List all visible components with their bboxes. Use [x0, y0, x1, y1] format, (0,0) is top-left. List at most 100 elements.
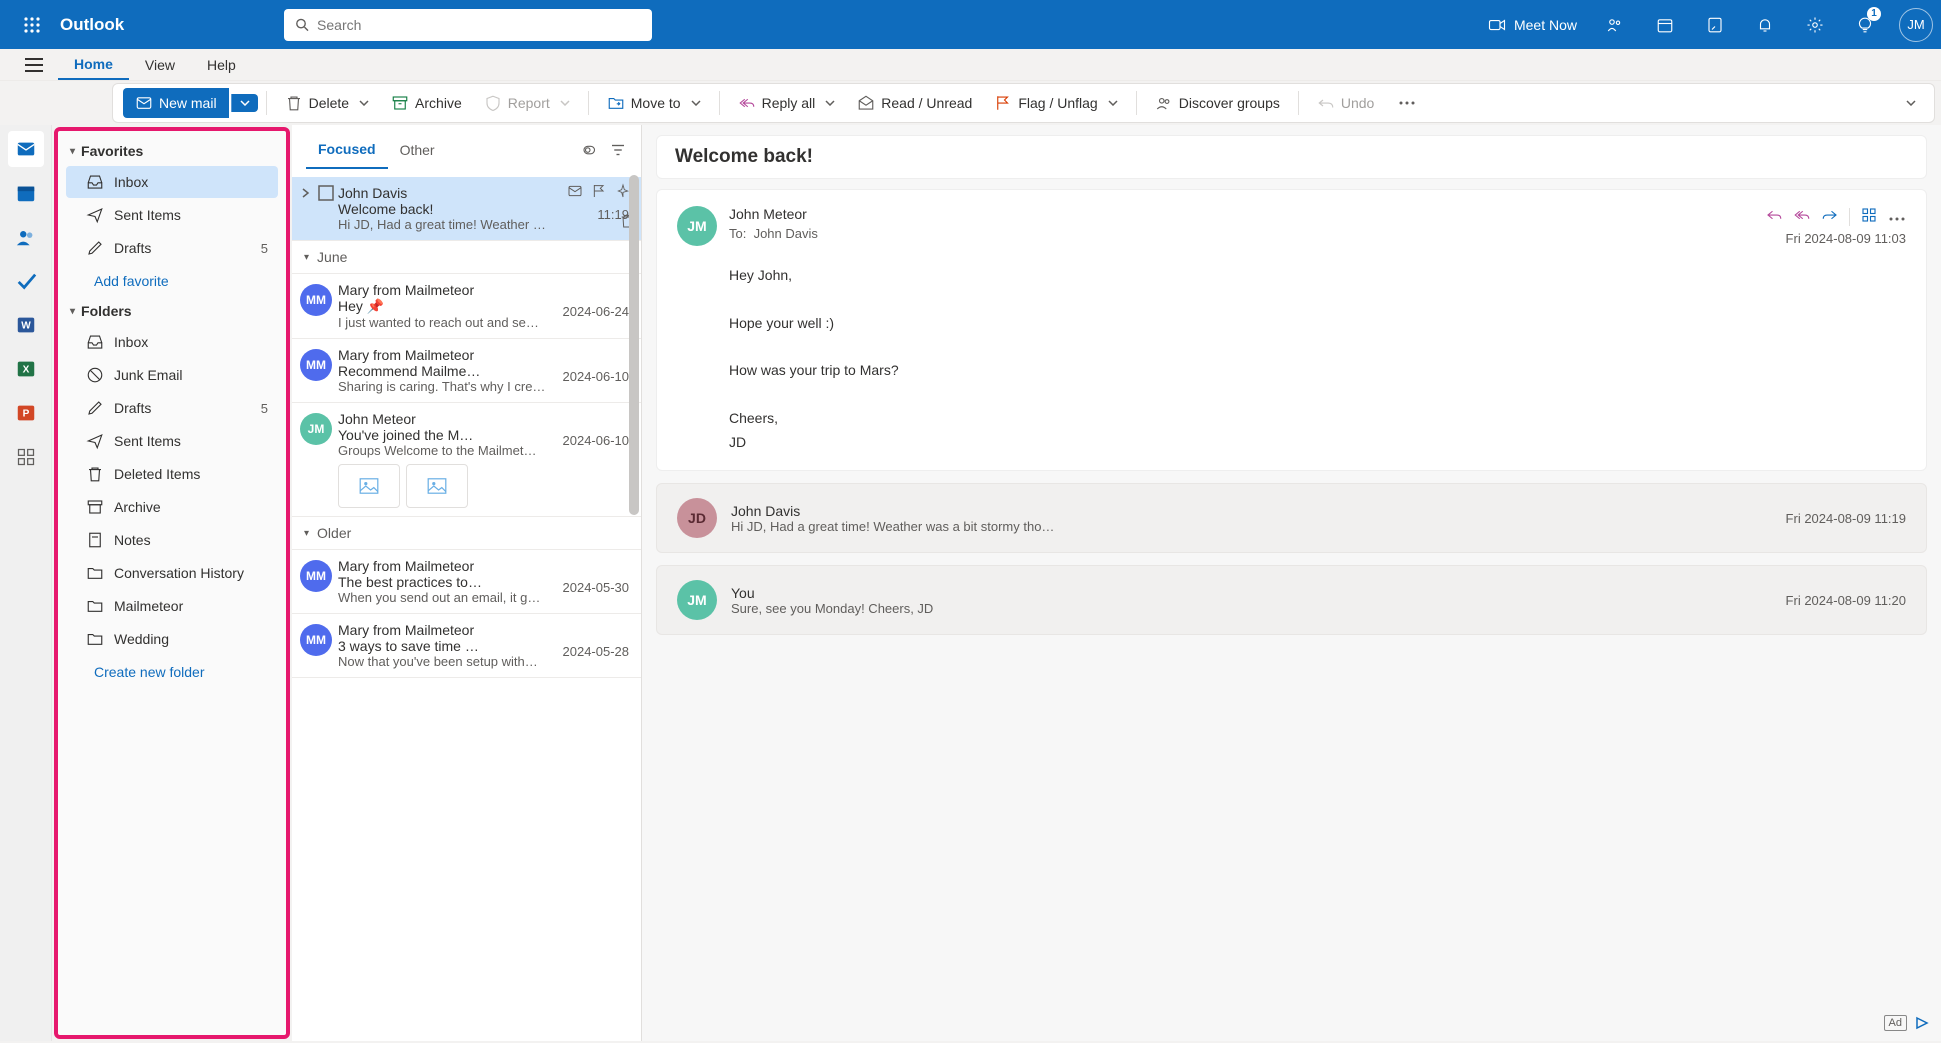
folder-inbox-favorite[interactable]: Inbox: [66, 166, 278, 198]
reply-icon[interactable]: [1765, 206, 1783, 227]
forward-icon[interactable]: [1821, 206, 1839, 227]
message-item[interactable]: MM Mary from Mailmeteor The best practic…: [292, 550, 641, 614]
folder-label: Sent Items: [114, 207, 181, 223]
flag-icon[interactable]: [591, 183, 607, 202]
message-card-collapsed[interactable]: JD John Davis Hi JD, Had a great time! W…: [656, 483, 1927, 553]
attachment-thumb[interactable]: [338, 464, 400, 508]
add-favorite-link[interactable]: Add favorite: [62, 265, 282, 297]
group-label: Older: [317, 525, 351, 541]
rail-more-apps[interactable]: [8, 439, 44, 475]
discover-groups-button[interactable]: Discover groups: [1145, 90, 1290, 116]
checkbox-icon[interactable]: [318, 185, 334, 201]
settings-icon[interactable]: [1793, 3, 1837, 47]
pivot-other[interactable]: Other: [388, 134, 447, 168]
tab-help[interactable]: Help: [191, 51, 252, 79]
account-avatar[interactable]: JM: [1899, 8, 1933, 42]
folder-conversation-history[interactable]: Conversation History: [66, 557, 278, 589]
new-mail-button[interactable]: New mail: [123, 88, 229, 118]
message-item[interactable]: MM Mary from Mailmeteor 3 ways to save t…: [292, 614, 641, 678]
message-date: 2024-06-10: [563, 369, 630, 384]
folder-junk[interactable]: Junk Email: [66, 359, 278, 391]
message-from: Mary from Mailmeteor: [338, 622, 633, 638]
report-button[interactable]: Report: [474, 90, 580, 116]
svg-text:P: P: [22, 409, 29, 420]
mail-open-icon: [857, 94, 875, 112]
message-card-collapsed[interactable]: JM You Sure, see you Monday! Cheers, JD …: [656, 565, 1927, 635]
folder-inbox[interactable]: Inbox: [66, 326, 278, 358]
reply-all-button[interactable]: Reply all: [728, 90, 846, 116]
search-box[interactable]: [284, 9, 652, 41]
folder-mailmeteor[interactable]: Mailmeteor: [66, 590, 278, 622]
flag-icon: [994, 94, 1012, 112]
teams-icon[interactable]: [1593, 3, 1637, 47]
rail-word[interactable]: W: [8, 307, 44, 343]
scrollbar[interactable]: [627, 175, 641, 775]
ad-label[interactable]: Ad: [1884, 1015, 1907, 1031]
favorites-header[interactable]: ▾Favorites: [62, 137, 282, 165]
tab-home[interactable]: Home: [58, 50, 129, 80]
message-item[interactable]: John Davis Welcome back! Hi JD, Had a gr…: [292, 177, 641, 241]
folder-pane: ▾Favorites Inbox Sent Items Drafts 5 Add…: [54, 127, 290, 1039]
attachment-thumb[interactable]: [406, 464, 468, 508]
sender-name: John Davis: [731, 503, 1772, 519]
tips-icon[interactable]: 1: [1843, 3, 1887, 47]
people-icon: [15, 226, 37, 248]
calendar-icon[interactable]: [1643, 3, 1687, 47]
ribbon-expand-button[interactable]: [1896, 96, 1926, 110]
search-input[interactable]: [317, 17, 642, 33]
read-unread-button[interactable]: Read / Unread: [847, 90, 982, 116]
message-body: Hey John, Hope your well :) How was your…: [729, 264, 1906, 454]
move-to-button[interactable]: Move to: [597, 90, 711, 116]
adchoices-icon[interactable]: [1915, 1016, 1929, 1030]
folder-sent[interactable]: Sent Items: [66, 425, 278, 457]
group-header-june[interactable]: ▾June: [292, 241, 641, 274]
scroll-thumb[interactable]: [629, 175, 639, 515]
message-item[interactable]: JM John Meteor You've joined the M… Grou…: [292, 403, 641, 517]
message-item[interactable]: MM Mary from Mailmeteor Hey 📌 I just wan…: [292, 274, 641, 339]
folder-icon: [86, 630, 104, 648]
folder-drafts-favorite[interactable]: Drafts 5: [66, 232, 278, 264]
app-launcher[interactable]: [8, 1, 56, 49]
flag-button[interactable]: Flag / Unflag: [984, 90, 1127, 116]
rail-excel[interactable]: X: [8, 351, 44, 387]
note-icon[interactable]: [1693, 3, 1737, 47]
meet-now-button[interactable]: Meet Now: [1478, 16, 1587, 34]
more-ribbon-button[interactable]: [1388, 96, 1426, 110]
rail-todo[interactable]: [8, 263, 44, 299]
more-icon[interactable]: [1888, 209, 1906, 225]
apps-icon: [16, 447, 36, 467]
undo-icon: [1317, 94, 1335, 112]
new-mail-dropdown[interactable]: [231, 94, 258, 112]
chevron-right-icon[interactable]: [300, 187, 312, 199]
chevron-down-icon: [691, 100, 701, 106]
folder-drafts[interactable]: Drafts5: [66, 392, 278, 424]
filter-button[interactable]: [609, 141, 627, 162]
folders-header[interactable]: ▾Folders: [62, 297, 282, 325]
group-header-older[interactable]: ▾Older: [292, 517, 641, 550]
mail-icon[interactable]: [567, 183, 583, 202]
undo-button[interactable]: Undo: [1307, 90, 1384, 116]
rail-mail[interactable]: [8, 131, 44, 167]
reply-all-icon[interactable]: [1793, 206, 1811, 227]
folder-notes[interactable]: Notes: [66, 524, 278, 556]
tab-view[interactable]: View: [129, 51, 191, 79]
rail-calendar[interactable]: [8, 175, 44, 211]
rail-powerpoint[interactable]: P: [8, 395, 44, 431]
apps-icon[interactable]: [1860, 206, 1878, 227]
archive-button[interactable]: Archive: [381, 90, 472, 116]
message-date: Fri 2024-08-09 11:20: [1786, 593, 1906, 608]
message-from: John Meteor: [338, 411, 633, 427]
folder-wedding[interactable]: Wedding: [66, 623, 278, 655]
delete-button[interactable]: Delete: [275, 90, 379, 116]
folder-archive[interactable]: Archive: [66, 491, 278, 523]
select-all-toggle[interactable]: [581, 141, 599, 162]
folder-deleted[interactable]: Deleted Items: [66, 458, 278, 490]
folder-sent-favorite[interactable]: Sent Items: [66, 199, 278, 231]
rail-people[interactable]: [8, 219, 44, 255]
hamburger-menu[interactable]: [10, 58, 58, 72]
bell-icon[interactable]: [1743, 3, 1787, 47]
group-label: June: [317, 249, 347, 265]
create-folder-link[interactable]: Create new folder: [62, 656, 282, 688]
pivot-focused[interactable]: Focused: [306, 133, 388, 169]
message-item[interactable]: MM Mary from Mailmeteor Recommend Mailme…: [292, 339, 641, 403]
